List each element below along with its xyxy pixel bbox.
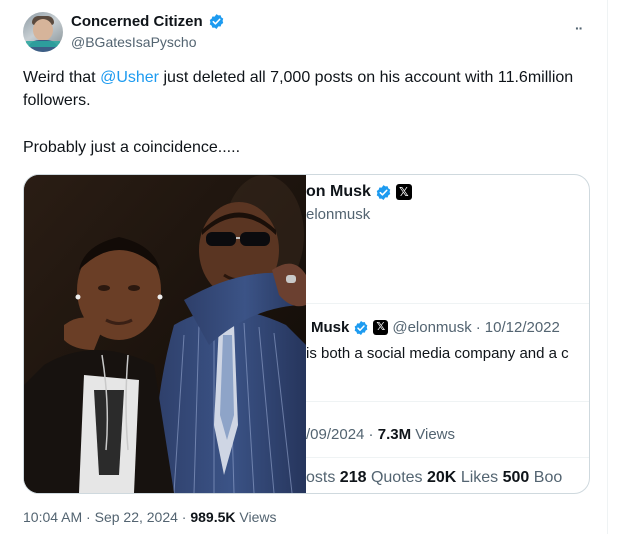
author-name-row: Concerned Citizen [71,13,225,30]
tweet-text-prefix: Weird that [23,69,101,86]
tweet-date[interactable]: Sep 22, 2024 [95,509,178,525]
tweet-text: Weird that @Usher just deleted all 7,000… [23,66,593,159]
embed-post-handle: @elonmusk [392,319,472,336]
footer-sep: · [177,509,191,525]
embed-post-date: 10/12/2022 [484,319,560,336]
embed-post-name: Musk [311,319,350,336]
tweet-views-value: 989.5K [190,509,236,525]
tweet-paragraph-1: Weird that @Usher just deleted all 7,000… [23,66,593,112]
embed-meta-sep: · [364,426,378,443]
verified-badge-icon [376,184,391,200]
tweet-card: Concerned Citizen @BGatesIsaPyscho ·· We… [0,0,608,534]
divider [306,401,589,402]
embed-post-stats: osts 218 Quotes 20K Likes 500 Boo [306,469,562,487]
embed-profile-handle: elonmusk [306,206,371,223]
embed-post-sep: · [475,319,481,336]
embed-stats-quotes-label: Quotes [370,469,423,486]
tweet-time[interactable]: 10:04 AM [23,509,82,525]
embed-stats-posts: osts [306,469,336,486]
embed-meta-views-value: 7.3M [377,426,412,443]
embed-profile-row: on Musk 𝕏 [306,183,412,201]
avatar-face [33,19,53,41]
embed-stats-bookmarks-label: Boo [533,469,563,486]
embed-stats-likes-value: 20K [427,469,457,486]
media-photo[interactable] [24,175,306,493]
verified-badge-icon [209,14,223,29]
footer-sep: · [82,509,95,525]
tweet-views-label: Views [235,509,277,525]
divider [306,457,589,458]
tweet-paragraph-2: Probably just a coincidence..... [23,139,241,156]
embedded-post-screenshot: on Musk 𝕏 elonmusk Musk 𝕏 @elonmusk · 10… [306,175,589,493]
avatar-banner [26,41,60,47]
verified-badge-icon [355,320,368,335]
author-avatar[interactable] [23,12,63,52]
embed-profile-name: on Musk [306,183,371,200]
mention-link[interactable]: @Usher [100,69,159,86]
more-icon[interactable]: ·· [575,20,583,36]
x-logo-icon: 𝕏 [395,184,412,200]
divider [306,303,589,304]
embed-post-header: Musk 𝕏 @elonmusk · 10/12/2022 [311,319,560,336]
embed-post-meta: /09/2024 · 7.3M Views [306,426,455,443]
embed-meta-views-label: Views [411,426,456,443]
author-handle[interactable]: @BGatesIsaPyscho [71,34,197,50]
tweet-footer: 10:04 AM · Sep 22, 2024 · 989.5K Views [23,509,277,525]
x-logo-icon: 𝕏 [373,320,389,335]
embed-stats-bookmarks-value: 500 [502,469,530,486]
embed-stats-quotes-value: 218 [339,469,367,486]
author-name[interactable]: Concerned Citizen [71,13,203,30]
photo-illustration [24,175,306,493]
embed-stats-likes-label: Likes [460,469,499,486]
embedded-media[interactable]: on Musk 𝕏 elonmusk Musk 𝕏 @elonmusk · 10… [23,174,590,494]
embed-post-text: is both a social media company and a c [306,345,569,362]
embed-meta-date: /09/2024 [306,426,365,443]
